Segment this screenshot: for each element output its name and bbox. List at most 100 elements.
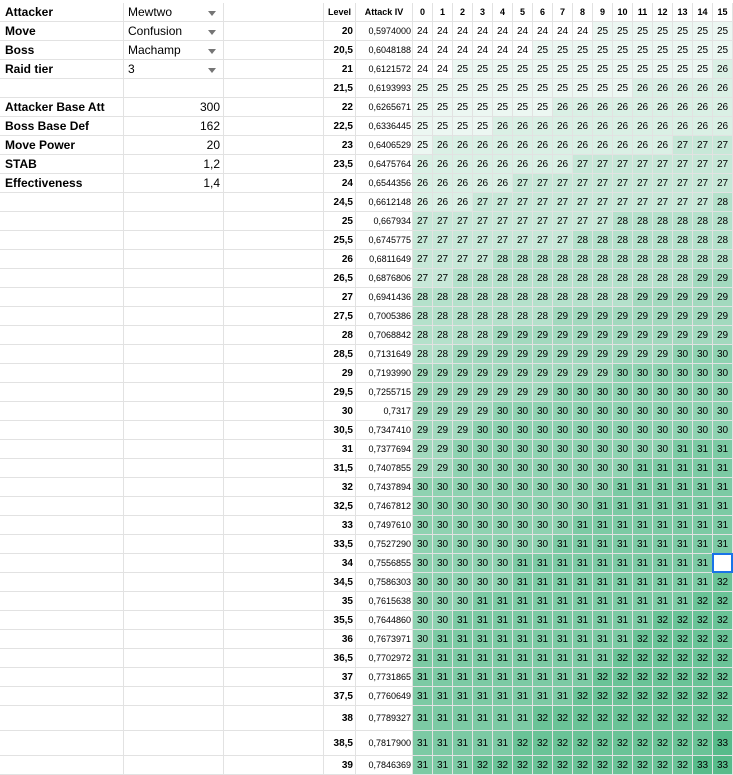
- value-cell[interactable]: 29: [413, 459, 433, 478]
- cp-multiplier-cell[interactable]: 0,7407855: [356, 459, 413, 478]
- value-cell[interactable]: 29: [473, 383, 493, 402]
- value-cell[interactable]: 28: [453, 269, 473, 288]
- empty-cell[interactable]: [224, 60, 324, 79]
- value-cell[interactable]: 27: [633, 174, 653, 193]
- value-cell[interactable]: 28: [413, 288, 433, 307]
- cp-multiplier-cell[interactable]: 0,6475764: [356, 155, 413, 174]
- value-cell[interactable]: 31: [673, 592, 693, 611]
- param-value-stab[interactable]: 1,2: [124, 155, 224, 174]
- value-cell[interactable]: 31: [673, 459, 693, 478]
- value-cell[interactable]: 31: [453, 687, 473, 706]
- value-cell[interactable]: 27: [553, 212, 573, 231]
- value-cell[interactable]: 25: [553, 41, 573, 60]
- value-cell[interactable]: 27: [473, 193, 493, 212]
- cp-multiplier-cell[interactable]: 0,6811649: [356, 250, 413, 269]
- value-cell[interactable]: 25: [593, 79, 613, 98]
- value-cell[interactable]: 28: [513, 307, 533, 326]
- value-cell[interactable]: 27: [533, 231, 553, 250]
- value-cell[interactable]: 29: [473, 364, 493, 383]
- value-cell[interactable]: 28: [613, 231, 633, 250]
- value-cell[interactable]: 31: [473, 592, 493, 611]
- value-cell[interactable]: 29: [493, 345, 513, 364]
- value-cell[interactable]: 32: [713, 649, 733, 668]
- param-label-move-power[interactable]: Move Power: [0, 136, 124, 155]
- value-cell[interactable]: 25: [513, 98, 533, 117]
- value-cell[interactable]: 25: [413, 117, 433, 136]
- value-cell[interactable]: 32: [693, 706, 713, 731]
- value-cell[interactable]: 31: [493, 630, 513, 649]
- cp-multiplier-cell[interactable]: 0,7497610: [356, 516, 413, 535]
- value-cell[interactable]: 28: [573, 269, 593, 288]
- value-cell[interactable]: 25: [673, 41, 693, 60]
- value-cell[interactable]: 31: [653, 516, 673, 535]
- value-cell[interactable]: 27: [633, 193, 653, 212]
- value-cell[interactable]: 32: [693, 630, 713, 649]
- value-cell[interactable]: 28: [653, 231, 673, 250]
- value-cell[interactable]: 29: [533, 326, 553, 345]
- value-cell[interactable]: 25: [573, 60, 593, 79]
- value-cell[interactable]: 28: [593, 269, 613, 288]
- value-cell[interactable]: 32: [613, 706, 633, 731]
- value-cell[interactable]: 29: [433, 459, 453, 478]
- cp-multiplier-cell[interactable]: 0,7131649: [356, 345, 413, 364]
- value-cell[interactable]: 30: [613, 459, 633, 478]
- value-cell[interactable]: 28: [633, 269, 653, 288]
- value-cell[interactable]: 30: [433, 592, 453, 611]
- value-cell[interactable]: 31: [693, 478, 713, 497]
- value-cell[interactable]: 31: [533, 668, 553, 687]
- value-cell[interactable]: 31: [433, 756, 453, 775]
- empty-cell[interactable]: [124, 731, 224, 756]
- value-cell[interactable]: 29: [653, 326, 673, 345]
- value-cell[interactable]: 26: [513, 136, 533, 155]
- value-cell[interactable]: 30: [673, 421, 693, 440]
- value-cell[interactable]: 27: [653, 155, 673, 174]
- value-cell[interactable]: 30: [593, 383, 613, 402]
- value-cell[interactable]: 32: [653, 706, 673, 731]
- value-cell[interactable]: 30: [473, 421, 493, 440]
- value-cell[interactable]: 28: [533, 269, 553, 288]
- value-cell[interactable]: 30: [413, 516, 433, 535]
- value-cell[interactable]: 25: [573, 79, 593, 98]
- value-cell[interactable]: 31: [473, 687, 493, 706]
- value-cell[interactable]: 28: [713, 250, 733, 269]
- value-cell[interactable]: 29: [593, 364, 613, 383]
- value-cell[interactable]: 24: [413, 60, 433, 79]
- cp-multiplier-cell[interactable]: 0,7193990: [356, 364, 413, 383]
- value-cell[interactable]: 25: [453, 79, 473, 98]
- value-cell[interactable]: 26: [553, 117, 573, 136]
- value-cell[interactable]: 28: [513, 269, 533, 288]
- value-cell[interactable]: 27: [673, 174, 693, 193]
- value-cell[interactable]: 26: [453, 174, 473, 193]
- cp-multiplier-cell[interactable]: 0,7068842: [356, 326, 413, 345]
- value-cell[interactable]: 31: [433, 687, 453, 706]
- cp-multiplier-cell[interactable]: 0,6745775: [356, 231, 413, 250]
- value-cell[interactable]: 31: [433, 668, 453, 687]
- value-cell[interactable]: 28: [653, 250, 673, 269]
- value-cell[interactable]: 25: [573, 41, 593, 60]
- empty-cell[interactable]: [124, 497, 224, 516]
- value-cell[interactable]: 29: [713, 307, 733, 326]
- empty-cell[interactable]: [224, 440, 324, 459]
- value-cell[interactable]: 29: [573, 345, 593, 364]
- value-cell[interactable]: 30: [593, 459, 613, 478]
- value-cell[interactable]: 30: [453, 554, 473, 573]
- empty-cell[interactable]: [224, 3, 324, 22]
- value-cell[interactable]: 28: [633, 231, 653, 250]
- empty-cell[interactable]: [224, 212, 324, 231]
- value-cell[interactable]: 31: [573, 554, 593, 573]
- value-cell[interactable]: 28: [633, 212, 653, 231]
- level-cell[interactable]: 28: [324, 326, 356, 345]
- value-cell[interactable]: 30: [413, 535, 433, 554]
- value-cell[interactable]: 30: [513, 478, 533, 497]
- value-cell[interactable]: 29: [513, 383, 533, 402]
- value-cell[interactable]: 28: [433, 345, 453, 364]
- value-cell[interactable]: 26: [413, 174, 433, 193]
- value-cell[interactable]: 31: [513, 649, 533, 668]
- cp-multiplier-cell[interactable]: 0,7846369: [356, 756, 413, 775]
- value-cell[interactable]: 24: [553, 22, 573, 41]
- value-cell[interactable]: 29: [693, 307, 713, 326]
- value-cell[interactable]: 26: [493, 136, 513, 155]
- value-cell[interactable]: 27: [453, 250, 473, 269]
- value-cell[interactable]: 31: [613, 611, 633, 630]
- cp-multiplier-cell[interactable]: 0,7702972: [356, 649, 413, 668]
